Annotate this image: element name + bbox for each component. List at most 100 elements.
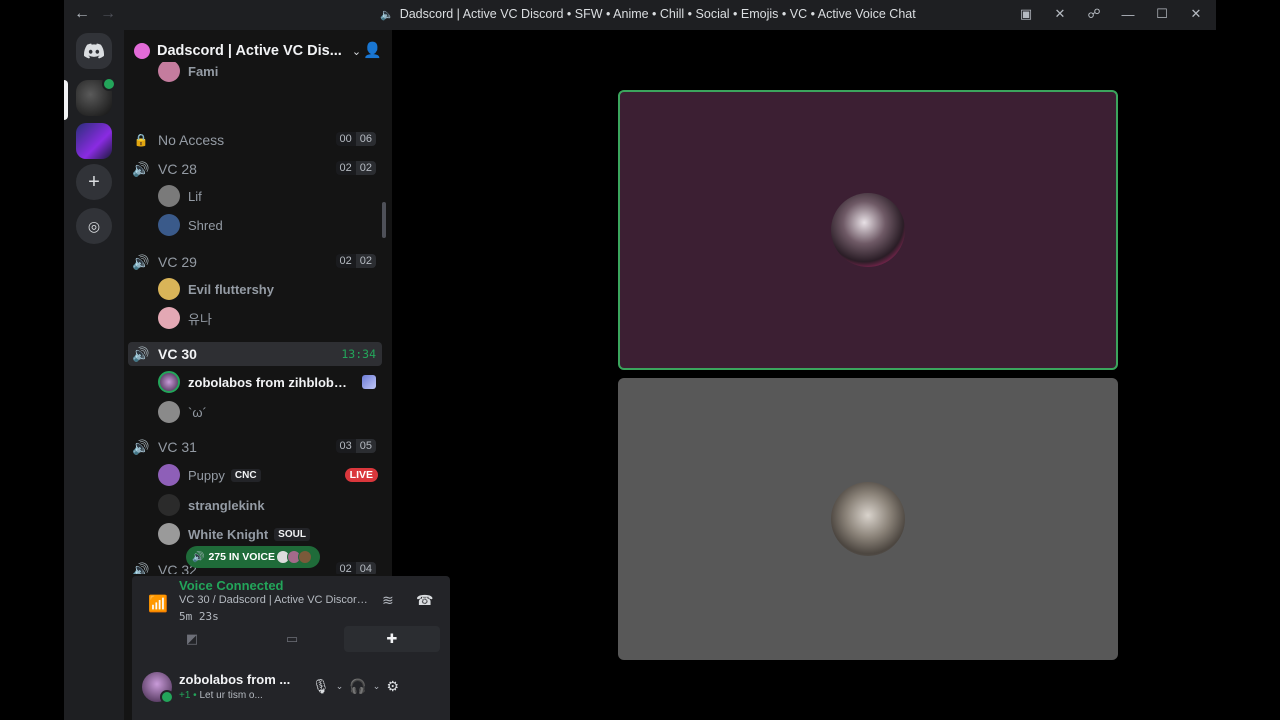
chevron-down-icon[interactable]: ⌄ <box>352 45 361 58</box>
voice-elapsed: 5m 23s <box>179 610 219 623</box>
chevron-down-icon[interactable]: ⌄ <box>373 681 381 692</box>
active-server-indicator <box>64 80 68 120</box>
activity-icon[interactable]: ☍ <box>1084 4 1104 24</box>
voice-badge-icon <box>102 77 116 91</box>
add-member-icon[interactable]: 👤 <box>363 41 382 59</box>
voice-user-name: `ω´ <box>188 404 207 420</box>
voice-user-row[interactable]: stranglekink <box>158 492 382 518</box>
participant-tile[interactable] <box>618 90 1118 370</box>
channel-vc-31[interactable]: 🔊 VC 31 03 05 <box>128 435 382 459</box>
voice-status[interactable]: Voice Connected <box>179 578 284 593</box>
capacity-max: 02 <box>355 254 376 268</box>
voice-user-row[interactable]: `ω´ <box>158 399 382 425</box>
capacity-max: 06 <box>355 132 376 146</box>
avatar <box>158 523 180 545</box>
user-controls: 🎙 ⌄ 🎧 ⌄ ⚙ <box>312 678 399 695</box>
voice-actions: ◩ ▭ ✚ <box>144 626 440 652</box>
camera-off-icon[interactable]: ◩ <box>144 626 240 652</box>
voice-channel-detail[interactable]: VC 30 / Dadscord | Active VC Discord ... <box>179 594 371 606</box>
capacity-current: 02 <box>335 254 356 268</box>
in-voice-pill[interactable]: 🔊 275 IN VOICE <box>186 546 320 568</box>
avatar <box>158 214 180 236</box>
noise-suppression-icon[interactable]: ≋ <box>382 592 394 609</box>
back-arrow-icon[interactable]: ← <box>74 5 90 23</box>
gear-icon[interactable]: ⚙ <box>386 678 399 695</box>
voice-connected-panel: 📶 Voice Connected VC 30 / Dadscord | Act… <box>132 576 450 662</box>
window-title-text: Dadscord | Active VC Discord • SFW • Ani… <box>399 7 916 21</box>
speaker-icon: 🔊 <box>132 160 150 177</box>
discord-home-icon[interactable] <box>76 33 112 69</box>
avatar <box>158 278 180 300</box>
activity-icon <box>362 375 376 389</box>
channel-name: VC 31 <box>158 439 197 455</box>
tools-icon[interactable]: ✕ <box>1050 4 1070 24</box>
disconnect-icon[interactable]: ☎ <box>416 592 433 609</box>
speaker-icon: 🔈 <box>380 9 394 21</box>
capacity-current: 02 <box>335 161 356 175</box>
voice-user-name: Shred <box>188 217 223 233</box>
voice-user-row[interactable]: White Knight SOUL <box>158 521 382 547</box>
add-server-icon[interactable]: + <box>76 164 112 200</box>
voice-stage <box>456 30 1280 720</box>
signal-icon[interactable]: 📶 <box>148 594 168 614</box>
voice-user-row[interactable]: zobolabos from zihblobeela... <box>158 369 382 395</box>
participant-avatar <box>831 482 905 556</box>
explore-icon[interactable]: ◎ <box>76 208 112 244</box>
maximize-icon[interactable]: ☐ <box>1152 4 1172 24</box>
channel-list: Fami 🔒 No Access 0006 🔊 VC 28 0202 Lif <box>124 62 386 574</box>
close-icon[interactable]: ✕ <box>1186 4 1206 24</box>
voice-user-name: stranglekink <box>188 497 265 513</box>
channel-capacity: 02 02 <box>335 161 376 175</box>
capacity-max: 05 <box>355 439 376 453</box>
voice-user-row[interactable]: Fami <box>158 62 382 84</box>
avatar <box>158 494 180 516</box>
activities-icon[interactable]: ✚ <box>344 626 440 652</box>
channel-no-access[interactable]: 🔒 No Access 00 06 <box>128 128 382 152</box>
avatar <box>158 401 180 423</box>
speaker-icon: 🔊 <box>132 253 150 270</box>
channel-vc-30[interactable]: 🔊 VC 30 13:34 <box>128 342 382 366</box>
channel-scrollbar[interactable] <box>382 202 386 238</box>
user-tag: CNC <box>230 468 261 482</box>
screenshare-icon[interactable]: ▭ <box>244 626 340 652</box>
forward-arrow-icon[interactable]: → <box>100 5 116 23</box>
avatar[interactable] <box>142 672 174 704</box>
capacity-max: 04 <box>355 562 376 574</box>
voice-user-name: 유나 <box>188 311 212 327</box>
participant-tile[interactable] <box>618 378 1118 660</box>
user-name[interactable]: zobolabos from ... <box>179 672 290 687</box>
title-bar: ← → 🔈 Dadscord | Active VC Discord • SFW … <box>64 0 1216 30</box>
inbox-icon[interactable]: ▣ <box>1016 4 1036 24</box>
channel-timer: 13:34 <box>341 347 376 361</box>
voice-user-row[interactable]: Lif <box>158 183 382 209</box>
capacity-max: 02 <box>355 161 376 175</box>
server-icon-dadscord[interactable] <box>76 77 116 116</box>
voice-user-row[interactable]: Evil fluttershy <box>158 276 382 302</box>
user-status: +1 • Let ur tism o... <box>179 690 263 701</box>
minimize-icon[interactable]: — <box>1118 4 1138 24</box>
channel-vc-29[interactable]: 🔊 VC 29 02 02 <box>128 250 382 274</box>
participant-avatar <box>831 193 905 267</box>
channel-name: VC 29 <box>158 254 197 270</box>
chevron-down-icon[interactable]: ⌄ <box>336 681 344 692</box>
user-tag: SOUL <box>274 527 310 541</box>
live-badge[interactable]: LIVE <box>344 468 378 482</box>
channel-name: VC 28 <box>158 161 197 177</box>
user-panel: zobolabos from ... +1 • Let ur tism o...… <box>132 662 450 720</box>
speaker-icon: 🔊 <box>132 561 150 575</box>
channel-capacity: 02 04 <box>335 562 376 574</box>
voice-user-row[interactable]: Puppy CNC LIVE <box>158 462 382 488</box>
server-icon-socialize[interactable] <box>76 123 112 159</box>
speaker-icon: 🔊 <box>132 345 150 362</box>
status-prefix: +1 • <box>179 690 197 701</box>
channel-vc-28[interactable]: 🔊 VC 28 02 02 <box>128 157 382 181</box>
server-name: Dadscord | Active VC Dis... <box>157 43 342 59</box>
server-list: + ◎ <box>64 30 124 720</box>
voice-user-row[interactable]: 유나 <box>158 305 382 331</box>
headphones-icon[interactable]: 🎧 <box>349 678 366 695</box>
server-badge-icon <box>134 43 150 59</box>
capacity-current: 02 <box>335 562 356 574</box>
voice-user-name: Evil fluttershy <box>188 281 274 297</box>
voice-user-row[interactable]: Shred <box>158 212 382 238</box>
microphone-icon[interactable]: 🎙 <box>312 678 330 695</box>
